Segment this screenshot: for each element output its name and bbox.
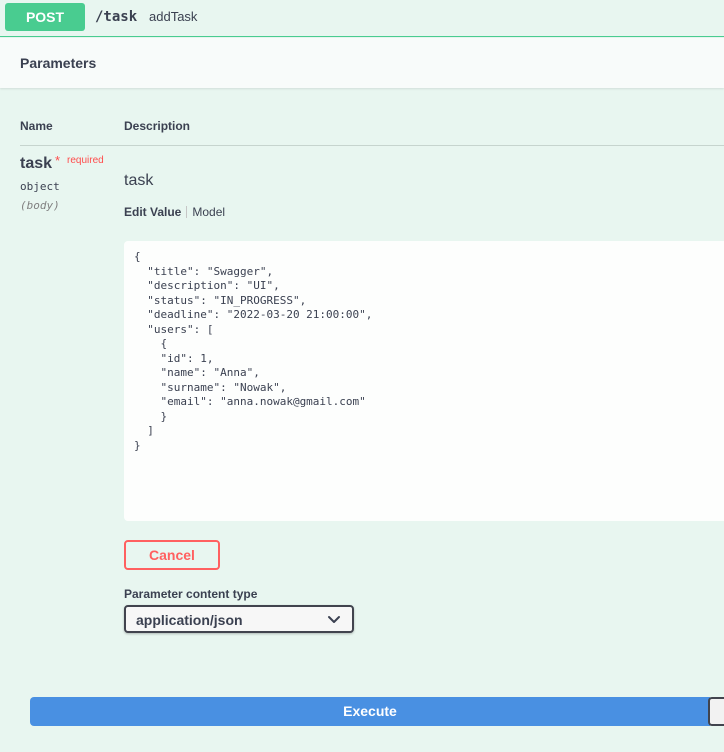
clear-button[interactable]: [708, 697, 724, 726]
operation-header[interactable]: POST /task addTask: [0, 0, 724, 37]
chevron-down-icon: [328, 616, 340, 623]
header-divider: [20, 145, 724, 146]
content-type-select[interactable]: application/json: [124, 605, 354, 633]
parameter-type: object: [20, 180, 60, 193]
operation-summary: addTask: [149, 9, 198, 24]
operation-path: /task: [95, 9, 138, 25]
parameter-description: task: [124, 172, 154, 189]
cancel-button[interactable]: Cancel: [124, 540, 220, 570]
required-label: required: [67, 155, 104, 166]
body-tabs: Edit Value Model: [124, 205, 225, 219]
body-param-editor[interactable]: { "title": "Swagger", "description": "UI…: [124, 241, 724, 521]
parameters-section-header: Parameters: [0, 38, 724, 88]
content-type-label: Parameter content type: [124, 587, 258, 601]
tab-model[interactable]: Model: [192, 205, 225, 219]
parameter-location: (body): [20, 199, 60, 212]
section-title: Parameters: [20, 55, 97, 71]
tab-edit-value[interactable]: Edit Value: [124, 205, 181, 219]
required-star: *: [55, 153, 61, 168]
content-type-value: application/json: [136, 612, 243, 628]
method-badge: POST: [5, 3, 85, 31]
tab-divider: [186, 206, 188, 218]
execute-button[interactable]: Execute: [30, 697, 710, 726]
parameter-name: task: [20, 155, 53, 172]
column-header-description: Description: [124, 119, 191, 133]
column-header-name: Name: [20, 119, 53, 133]
